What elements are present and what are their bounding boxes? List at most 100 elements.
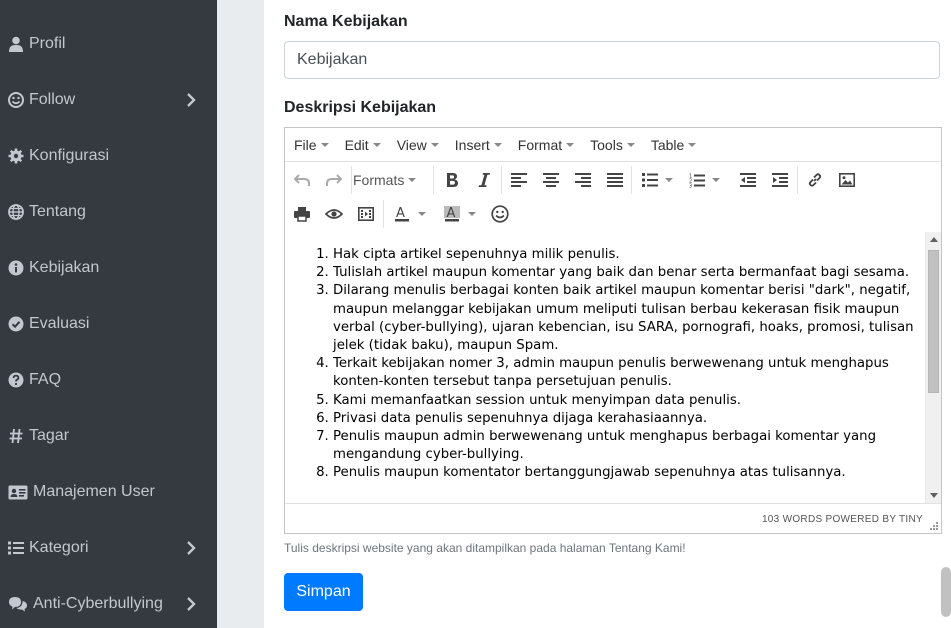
svg-text:A: A [396, 206, 405, 221]
toolbar-separator [631, 166, 632, 194]
sidebar-item-konfigurasi[interactable]: Konfigurasi [0, 136, 217, 176]
bold-icon[interactable] [440, 168, 464, 192]
toolbar-separator [501, 166, 502, 194]
sidebar-item-profil[interactable]: Profil [0, 24, 217, 64]
menu-insert[interactable]: Insert [455, 137, 502, 153]
align-right-icon[interactable] [571, 168, 595, 192]
background-color-icon[interactable]: A [440, 202, 464, 226]
check-circle-icon [7, 315, 25, 333]
menu-table[interactable]: Table [651, 137, 697, 153]
hashtag-icon [7, 427, 25, 445]
policy-list: Hak cipta artikel sepenuhnya milik penul… [285, 232, 925, 483]
caret-down-icon [688, 142, 697, 147]
editor-content[interactable]: Hak cipta artikel sepenuhnya milik penul… [285, 232, 925, 503]
preview-eye-icon[interactable] [322, 202, 346, 226]
link-icon[interactable] [803, 168, 827, 192]
align-center-icon[interactable] [539, 168, 563, 192]
page-scrollbar-thumb[interactable] [941, 567, 951, 617]
comments-icon [7, 595, 29, 613]
emoticon-icon[interactable] [488, 202, 512, 226]
sidebar-item-kebijakan[interactable]: Kebijakan [0, 248, 217, 288]
list-item: Penulis maupun komentator bertanggungjaw… [333, 464, 915, 482]
toolbar-separator [383, 200, 384, 228]
cog-icon [7, 147, 25, 165]
toolbar-separator [351, 166, 352, 194]
help-text: Tulis deskripsi website yang akan ditamp… [284, 541, 686, 555]
list-item: Hak cipta artikel sepenuhnya milik penul… [333, 246, 915, 264]
sidebar: Profil Follow Konfigurasi Tentang Kebija… [0, 0, 217, 628]
caret-down-icon[interactable] [466, 202, 478, 226]
editor-menubar: File Edit View Insert Format Tools Table [285, 128, 941, 162]
caret-down-icon [626, 142, 635, 147]
caret-down-icon[interactable] [710, 168, 722, 192]
list-icon [7, 539, 25, 557]
menu-file[interactable]: File [294, 137, 329, 153]
caret-down-icon [566, 142, 575, 147]
menu-format[interactable]: Format [518, 137, 575, 153]
bullet-list-icon[interactable] [638, 168, 662, 192]
sidebar-item-faq[interactable]: FAQ [0, 360, 217, 400]
svg-text:3: 3 [689, 183, 692, 188]
print-icon[interactable] [290, 202, 314, 226]
caret-down-icon [320, 142, 329, 147]
list-item: Dilarang menulis berbagai konten baik ar… [333, 282, 915, 355]
list-item: Kami memanfaatkan session untuk menyimpa… [333, 392, 915, 410]
sidebar-item-label: FAQ [29, 371, 62, 388]
resize-handle-icon[interactable] [930, 522, 938, 530]
content-gutter [217, 0, 264, 628]
save-button[interactable]: Simpan [284, 573, 363, 611]
image-icon[interactable] [835, 168, 859, 192]
policy-name-input[interactable] [284, 41, 940, 79]
numbered-list-icon[interactable]: 123 [685, 168, 709, 192]
redo-icon[interactable] [322, 168, 346, 192]
menu-view[interactable]: View [397, 137, 439, 153]
caret-down-icon[interactable] [416, 202, 428, 226]
word-count-branding[interactable]: 103 WORDS POWERED BY TINY [762, 514, 923, 525]
question-circle-icon [7, 371, 25, 389]
sidebar-item-label: Tentang [29, 203, 86, 220]
rich-text-editor: File Edit View Insert Format Tools Table… [284, 127, 942, 534]
list-item: Penulis maupun admin berwewenang untuk m… [333, 428, 915, 464]
undo-icon[interactable] [290, 168, 314, 192]
toolbar-separator [433, 166, 434, 194]
sidebar-item-label: Tagar [29, 427, 70, 444]
sidebar-item-label: Evaluasi [29, 315, 90, 332]
media-icon[interactable] [354, 202, 378, 226]
align-justify-icon[interactable] [603, 168, 627, 192]
list-item: Privasi data penulis sepenuhnya dijaga k… [333, 410, 915, 428]
scroll-up-arrow-icon[interactable] [930, 237, 938, 242]
menu-edit[interactable]: Edit [345, 137, 381, 153]
indent-icon[interactable] [768, 168, 792, 192]
sidebar-item-tentang[interactable]: Tentang [0, 192, 217, 232]
formats-dropdown[interactable]: Formats [353, 168, 417, 192]
menu-tools[interactable]: Tools [590, 137, 635, 153]
globe-icon [7, 203, 25, 221]
toolbar-separator [797, 166, 798, 194]
smile-icon [7, 91, 25, 109]
text-color-icon[interactable]: A [390, 202, 414, 226]
chevron-right-icon [183, 596, 199, 612]
svg-text:A: A [447, 206, 456, 221]
policy-name-label: Nama Kebijakan [284, 13, 408, 30]
scroll-down-arrow-icon[interactable] [930, 493, 938, 498]
sidebar-item-label: Kebijakan [29, 259, 100, 276]
sidebar-item-anti-cyberbullying[interactable]: Anti-Cyberbullying [0, 584, 217, 624]
info-circle-icon [7, 259, 25, 277]
id-card-icon [7, 483, 29, 501]
align-left-icon[interactable] [507, 168, 531, 192]
editor-statusbar: 103 WORDS POWERED BY TINY [285, 503, 941, 533]
scrollbar-thumb[interactable] [928, 250, 939, 393]
italic-icon[interactable] [472, 168, 496, 192]
sidebar-item-follow[interactable]: Follow [0, 80, 217, 120]
caret-down-icon[interactable] [663, 168, 675, 192]
chevron-right-icon [183, 540, 199, 556]
sidebar-item-manajemen-user[interactable]: Manajemen User [0, 472, 217, 512]
sidebar-item-tagar[interactable]: Tagar [0, 416, 217, 456]
outdent-icon[interactable] [736, 168, 760, 192]
caret-down-icon [430, 142, 439, 147]
sidebar-item-evaluasi[interactable]: Evaluasi [0, 304, 217, 344]
sidebar-item-kategori[interactable]: Kategori [0, 528, 217, 568]
user-icon [7, 35, 25, 53]
caret-down-icon [408, 178, 417, 182]
editor-scrollbar[interactable] [925, 232, 941, 503]
